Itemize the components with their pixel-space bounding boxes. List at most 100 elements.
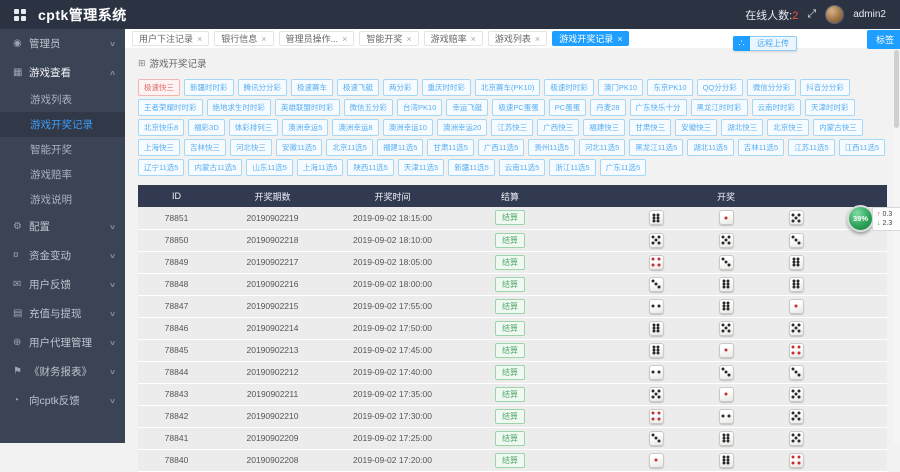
sidebar-item[interactable]: ⊕用户代理管理∨	[0, 328, 125, 357]
game-filter-button[interactable]: 天津时时彩	[805, 99, 855, 116]
avatar[interactable]	[825, 5, 844, 24]
tab-close-icon[interactable]: ×	[261, 34, 266, 44]
settle-button[interactable]: 结算	[495, 453, 525, 468]
tab[interactable]: 智能开奖×	[359, 31, 418, 46]
settle-button[interactable]: 结算	[495, 255, 525, 270]
game-filter-button[interactable]: 湖北11选5	[687, 139, 733, 156]
sidebar-item[interactable]: ▤充值与提现∨	[0, 299, 125, 328]
game-filter-button[interactable]: 北京赛车(PK10)	[475, 79, 540, 96]
game-filter-button[interactable]: 福建11选5	[377, 139, 423, 156]
game-filter-button[interactable]: 河北11选5	[579, 139, 625, 156]
game-filter-button[interactable]: 浙江11选5	[549, 159, 595, 176]
game-filter-button[interactable]: 极速时时彩	[544, 79, 594, 96]
tab-close-icon[interactable]: ×	[617, 34, 622, 44]
settle-button[interactable]: 结算	[495, 409, 525, 424]
sidebar-item[interactable]: ▦游戏查看∧	[0, 58, 125, 87]
game-filter-button[interactable]: 英雄联盟时时彩	[275, 99, 340, 116]
settle-button[interactable]: 结算	[495, 431, 525, 446]
game-filter-button[interactable]: 澳洲幸运5	[282, 119, 328, 136]
game-filter-button[interactable]: 安徽快三	[675, 119, 717, 136]
game-filter-button[interactable]: 极速赛车	[291, 79, 333, 96]
game-filter-button[interactable]: 广西11选5	[478, 139, 524, 156]
game-filter-button[interactable]: 澳门PK10	[598, 79, 643, 96]
game-filter-button[interactable]: 黑龙江11选5	[629, 139, 683, 156]
game-filter-button[interactable]: PC蛋蛋	[549, 99, 586, 116]
game-filter-button[interactable]: 江苏11选5	[788, 139, 834, 156]
game-filter-button[interactable]: 台湾PK10	[397, 99, 442, 116]
tab[interactable]: 用户下注记录×	[132, 31, 209, 46]
game-filter-button[interactable]: 绝地求生时时彩	[207, 99, 272, 116]
game-filter-button[interactable]: 澳洲幸运8	[332, 119, 378, 136]
settle-button[interactable]: 结算	[495, 365, 525, 380]
tab[interactable]: 银行信息×	[214, 31, 273, 46]
game-filter-button[interactable]: 腾讯分分彩	[238, 79, 288, 96]
sidebar-subitem[interactable]: 游戏说明	[0, 187, 125, 212]
tab[interactable]: 游戏赔率×	[424, 31, 483, 46]
tab-close-icon[interactable]: ×	[406, 34, 411, 44]
game-filter-button[interactable]: 两分彩	[383, 79, 418, 96]
game-filter-button[interactable]: 贵州11选5	[528, 139, 574, 156]
monitor-widget[interactable]: 39% ↑0.3 ↓2.3	[847, 205, 900, 232]
tab-close-icon[interactable]: ×	[535, 34, 540, 44]
game-filter-button[interactable]: 上海11选5	[297, 159, 343, 176]
apps-grid-icon[interactable]	[14, 9, 26, 21]
game-filter-button[interactable]: 江苏快三	[491, 119, 533, 136]
game-filter-button[interactable]: 体彩排列三	[229, 119, 279, 136]
game-filter-button[interactable]: QQ分分彩	[697, 79, 743, 96]
game-filter-button[interactable]: 甘肃快三	[629, 119, 671, 136]
tag-actions-button[interactable]: 标签	[867, 30, 900, 49]
sidebar-subitem[interactable]: 游戏开奖记录	[0, 112, 125, 137]
game-filter-button[interactable]: 王者荣耀时时彩	[138, 99, 203, 116]
game-filter-button[interactable]: 广西快三	[537, 119, 579, 136]
sidebar-item[interactable]: ¤资金变动∨	[0, 241, 125, 270]
tab-close-icon[interactable]: ×	[342, 34, 347, 44]
sidebar-item[interactable]: ⚑《财务报表》∨	[0, 357, 125, 386]
game-filter-button[interactable]: 福彩3D	[188, 119, 225, 136]
game-filter-button[interactable]: 福建快三	[583, 119, 625, 136]
settle-button[interactable]: 结算	[495, 321, 525, 336]
sidebar-item[interactable]: ✉用户反馈∨	[0, 270, 125, 299]
settle-button[interactable]: 结算	[495, 233, 525, 248]
sidebar-subitem[interactable]: 智能开奖	[0, 137, 125, 162]
tab-close-icon[interactable]: ×	[197, 34, 202, 44]
sidebar-subitem[interactable]: 游戏列表	[0, 87, 125, 112]
game-filter-button[interactable]: 北京11选5	[326, 139, 372, 156]
game-filter-button[interactable]: 吉林快三	[184, 139, 226, 156]
game-filter-button[interactable]: 甘肃11选5	[427, 139, 473, 156]
sidebar-item[interactable]: ◔向cptk反馈∨	[0, 386, 125, 415]
game-filter-button[interactable]: 天津11选5	[398, 159, 444, 176]
sidebar-subitem[interactable]: 游戏赔率	[0, 162, 125, 187]
game-filter-button[interactable]: 极速飞艇	[337, 79, 379, 96]
game-filter-button[interactable]: 黑龙江时时彩	[691, 99, 748, 116]
tab[interactable]: 管理员操作...×	[279, 31, 355, 46]
game-filter-button[interactable]: 新疆11选5	[448, 159, 494, 176]
fullscreen-icon[interactable]: ⤢	[807, 8, 816, 21]
game-filter-button[interactable]: 北京快三	[767, 119, 809, 136]
settle-button[interactable]: 结算	[495, 277, 525, 292]
game-filter-button[interactable]: 幸运飞艇	[446, 99, 488, 116]
game-filter-button[interactable]: 云南时时彩	[752, 99, 802, 116]
game-filter-button[interactable]: 河北快三	[230, 139, 272, 156]
game-filter-button[interactable]: 极速快三	[138, 79, 180, 96]
settle-button[interactable]: 结算	[495, 343, 525, 358]
game-filter-button[interactable]: 广东11选5	[600, 159, 646, 176]
game-filter-button[interactable]: 内蒙古11选5	[188, 159, 242, 176]
scrollbar[interactable]	[893, 48, 900, 443]
game-filter-button[interactable]: 抖音分分彩	[800, 79, 850, 96]
game-filter-button[interactable]: 吉林11选5	[738, 139, 784, 156]
game-filter-button[interactable]: 内蒙古快三	[813, 119, 863, 136]
game-filter-button[interactable]: 辽宁11选5	[138, 159, 184, 176]
tab[interactable]: 游戏列表×	[488, 31, 547, 46]
game-filter-button[interactable]: 云南11选5	[499, 159, 545, 176]
game-filter-button[interactable]: 澳洲幸运10	[383, 119, 433, 136]
game-filter-button[interactable]: 极速PC蛋蛋	[492, 99, 544, 116]
remote-upload-button[interactable]: ∴ 远程上传	[733, 36, 797, 51]
game-filter-button[interactable]: 微信五分彩	[344, 99, 394, 116]
game-filter-button[interactable]: 新疆时时彩	[184, 79, 234, 96]
game-filter-button[interactable]: 丹麦28	[590, 99, 625, 116]
game-filter-button[interactable]: 山东11选5	[246, 159, 292, 176]
game-filter-button[interactable]: 上海快三	[138, 139, 180, 156]
tab[interactable]: 游戏开奖记录×	[552, 31, 629, 46]
sidebar-item[interactable]: ⚙配置∨	[0, 212, 125, 241]
game-filter-button[interactable]: 广东快乐十分	[630, 99, 687, 116]
